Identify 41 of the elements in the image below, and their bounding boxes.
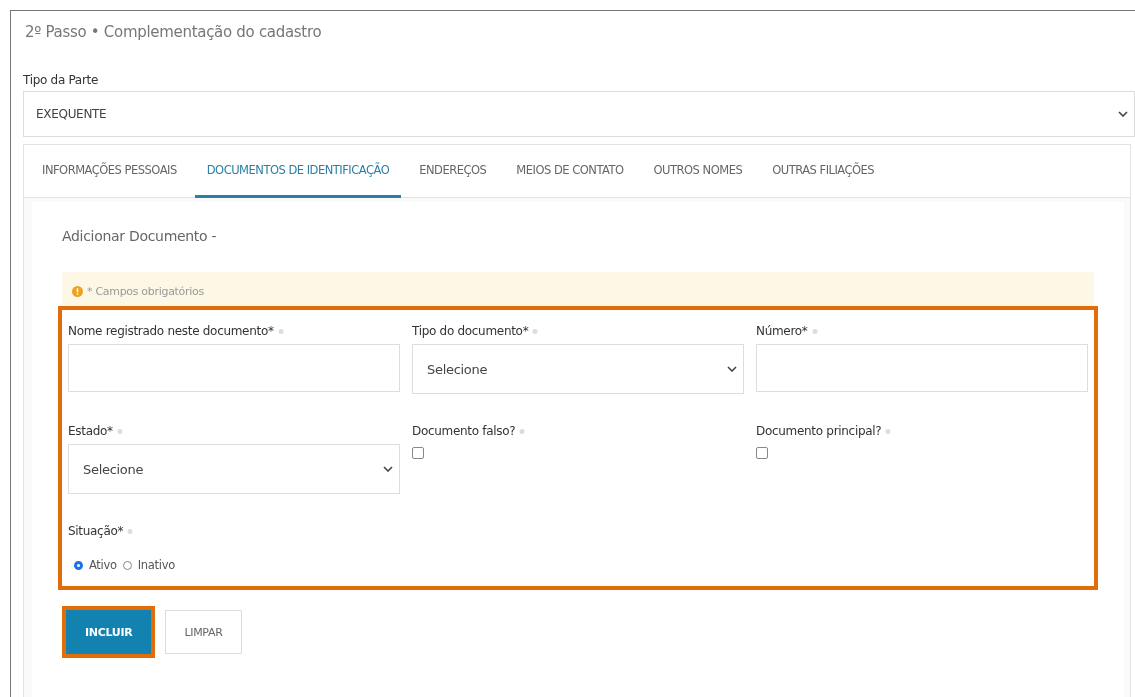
help-icon[interactable]	[885, 427, 892, 435]
help-icon[interactable]	[811, 327, 818, 335]
clear-button[interactable]: LIMPAR	[165, 610, 242, 654]
field-label: Situação*	[68, 524, 124, 538]
tab[interactable]: OUTROS NOMES	[641, 145, 755, 198]
text-field[interactable]	[756, 344, 1088, 392]
field-label: Número*	[756, 324, 808, 338]
field-label: Tipo da Parte	[23, 73, 99, 87]
radio-label: Ativo	[89, 558, 117, 572]
step-title: 2º Passo • Complementação do cadastro	[25, 23, 323, 41]
checkbox[interactable]	[756, 447, 768, 459]
field-label: Estado*	[68, 424, 113, 438]
chevron-down-icon	[1118, 111, 1128, 117]
radio-button[interactable]	[122, 560, 132, 570]
tab[interactable]: MEIOS DE CONTATO	[504, 145, 636, 198]
field-label: Tipo do documento*	[412, 324, 529, 338]
help-icon[interactable]	[519, 427, 526, 435]
checkbox[interactable]	[412, 447, 424, 459]
field-label: Nome registrado neste documento*	[68, 324, 274, 338]
select-field[interactable]: EXEQUENTE	[23, 91, 1135, 137]
radio-button[interactable]	[74, 560, 83, 570]
tab[interactable]: ENDEREÇOS	[407, 145, 499, 198]
tab[interactable]: OUTRAS FILIAÇÕES	[760, 145, 887, 198]
tab[interactable]: INFORMAÇÕES PESSOAIS	[30, 145, 189, 198]
select-field[interactable]: Selecione	[412, 344, 744, 394]
chevron-down-icon	[383, 466, 393, 472]
card-title: Adicionar Documento -	[62, 228, 218, 244]
field-label: Documento principal?	[756, 424, 882, 438]
warning-icon	[72, 285, 83, 297]
text-field[interactable]	[68, 344, 400, 392]
help-icon[interactable]	[532, 327, 539, 335]
chevron-down-icon	[727, 366, 737, 372]
help-icon[interactable]	[116, 427, 123, 435]
help-icon[interactable]	[277, 327, 284, 335]
select-field[interactable]: Selecione	[68, 444, 400, 494]
help-icon[interactable]	[127, 527, 134, 535]
radio-label: Inativo	[137, 558, 175, 572]
field-label: Documento falso?	[412, 424, 516, 438]
include-button[interactable]: INCLUIR	[66, 610, 152, 654]
notice-text: * Campos obrigatórios	[87, 284, 204, 298]
tab[interactable]: DOCUMENTOS DE IDENTIFICAÇÃO	[194, 145, 402, 198]
